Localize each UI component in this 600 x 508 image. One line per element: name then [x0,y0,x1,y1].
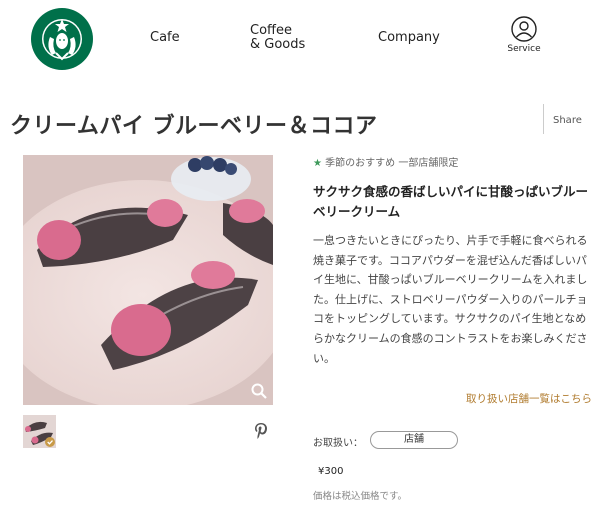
product-subtitle: サクサク食感の香ばしいパイに甘酸っぱいブルーベリークリーム [313,184,589,219]
nav-coffee-goods[interactable]: Coffee & Goods [250,24,305,52]
thumbnail-illustration [23,415,56,448]
product-thumbnail[interactable] [23,415,56,448]
pinterest-icon[interactable] [254,422,268,440]
product-image[interactable] [23,155,273,405]
handling-label: お取扱い： [313,438,363,449]
nav-cafe[interactable]: Cafe [150,31,180,45]
nav-coffee-line1: Coffee [250,23,292,38]
title-divider [543,104,544,134]
check-badge [45,437,55,447]
handling-store-tag[interactable]: 店舗 [370,431,458,449]
zoom-icon[interactable] [251,383,267,399]
product-description: 一息つきたいときにぴったり、片手で手軽に食べられる焼き菓子です。ココアパウダーを… [313,234,588,365]
share-button[interactable]: Share [553,115,582,126]
nav-company[interactable]: Company [378,31,440,45]
store-list-link[interactable]: 取り扱い店舗一覧はこちら [466,391,592,406]
nav-coffee-line2: & Goods [250,37,306,52]
product-photo-illustration [23,155,273,405]
tax-note: 価格は税込価格です。 [313,491,408,502]
badge-text: 季節のおすすめ 一部店舗限定 [325,158,459,169]
seasonal-badge: ★ 季節のおすすめ 一部店舗限定 [313,154,458,169]
user-icon [511,16,537,42]
starbucks-logo[interactable] [30,7,94,71]
product-price: ¥300 [318,466,344,477]
service-button[interactable]: Service [504,16,544,54]
star-icon: ★ [313,158,322,169]
product-title: クリームパイ ブルーベリー＆ココア [10,114,378,139]
service-label: Service [507,44,541,54]
site-header: Cafe Coffee & Goods Company Service [0,0,600,78]
